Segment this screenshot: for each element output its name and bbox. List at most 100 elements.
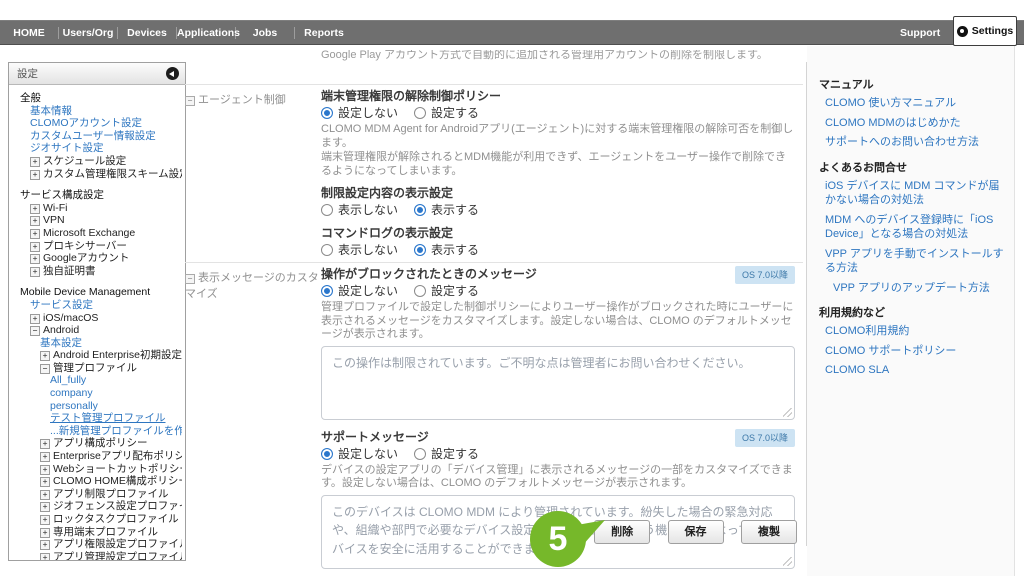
duplicate-button[interactable]: 複製 [741,520,797,544]
radio-label[interactable]: 表示する [431,202,479,218]
expand-icon[interactable]: + [30,242,40,252]
radio-label[interactable]: 設定する [431,105,479,121]
sidebar-item-label[interactable]: アプリ制限プロファイル [53,488,169,500]
help-link[interactable]: VPP アプリのアップデート方法 [819,281,1006,296]
expand-icon[interactable]: + [40,351,50,361]
sidebar-item-label[interactable]: 管理プロファイル [53,362,137,374]
sidebar-item[interactable]: company [16,387,182,400]
expand-icon[interactable]: + [30,204,40,214]
sidebar-item[interactable]: +スケジュール設定 [16,155,182,168]
sidebar-item-label[interactable]: 独自証明書 [43,265,96,277]
expand-icon[interactable]: + [30,157,40,167]
sidebar-item[interactable]: +CLOMO HOME構成ポリシー [16,475,182,488]
sidebar-item-label[interactable]: Enterpriseアプリ配布ポリシー [53,450,182,462]
sidebar-item[interactable]: CLOMOアカウント設定 [16,117,182,130]
sidebar-item[interactable]: −Android [16,324,182,337]
sidebar-item[interactable]: +独自証明書 [16,265,182,278]
nav-item-users-org[interactable]: Users/Org [59,27,118,39]
expand-icon[interactable]: + [40,490,50,500]
sidebar-item-label[interactable]: Webショートカットポリシー [53,463,182,475]
nav-item-home[interactable]: HOME [0,27,59,39]
sidebar-item-label[interactable]: カスタムユーザー情報設定 [30,130,156,142]
expand-icon[interactable]: + [30,216,40,226]
expand-icon[interactable]: + [40,502,50,512]
radio-label[interactable]: 設定しない [338,446,398,462]
sidebar-item-label[interactable]: テスト管理プロファイル [50,412,166,424]
sidebar-item[interactable]: personally [16,400,182,413]
nav-item-support[interactable]: Support [900,21,940,44]
sidebar-item[interactable]: 基本設定 [16,337,182,350]
expand-icon[interactable]: + [40,528,50,538]
help-link[interactable]: CLOMO利用規約 [819,324,1006,339]
sidebar-item[interactable]: +プロキシサーバー [16,240,182,253]
expand-icon[interactable]: + [40,540,50,550]
sidebar-item-label[interactable]: アプリ権限設定プロファイル [53,538,182,550]
sidebar-item-label[interactable]: personally [50,400,98,412]
sidebar-item-label[interactable]: CLOMO HOME構成ポリシー [53,475,182,487]
sidebar-item[interactable]: サービス設定 [16,299,182,312]
radio-label[interactable]: 設定しない [338,105,398,121]
radio-label[interactable]: 設定する [431,283,479,299]
collapse-icon[interactable]: − [185,274,195,284]
expand-icon[interactable]: + [30,254,40,264]
expand-icon[interactable]: + [30,267,40,277]
nav-item-applications[interactable]: Applications [177,27,236,39]
collapse-icon[interactable]: − [40,364,50,374]
help-link[interactable]: サポートへのお問い合わせ方法 [819,135,1006,150]
sidebar-item-label[interactable]: Googleアカウント [43,252,129,264]
sidebar-item[interactable]: 基本情報 [16,105,182,118]
save-button[interactable]: 保存 [668,520,724,544]
radio-label[interactable]: 表示する [431,242,479,258]
sidebar-item-label[interactable]: iOS/macOS [43,312,98,324]
sidebar-item[interactable]: +アプリ制限プロファイル [16,488,182,501]
sidebar-item[interactable]: カスタムユーザー情報設定 [16,130,182,143]
radio-selected-icon[interactable] [321,107,333,119]
sidebar-item-label[interactable]: company [50,387,93,399]
radio-label[interactable]: 表示しない [338,242,398,258]
sidebar-item[interactable]: +Android Enterprise初期設定... [16,349,182,362]
collapse-icon[interactable]: − [30,326,40,336]
radio-label[interactable]: 設定する [431,446,479,462]
sidebar-item[interactable]: +Enterpriseアプリ配布ポリシー [16,450,182,463]
sidebar-item-label[interactable]: カスタム管理権限スキーム設定 [43,168,182,180]
expand-icon[interactable]: + [30,170,40,180]
expand-icon[interactable]: + [40,439,50,449]
sidebar-item-label[interactable]: アプリ構成ポリシー [53,437,148,449]
help-link[interactable]: CLOMO サポートポリシー [819,344,1006,359]
sidebar-item[interactable]: ジオサイト設定 [16,142,182,155]
sidebar-item-label[interactable]: Microsoft Exchange [43,227,135,239]
sidebar-item-label[interactable]: Wi-Fi [43,202,68,214]
expand-icon[interactable]: + [40,553,50,561]
radio-unselected-icon[interactable] [414,448,426,460]
sidebar-item[interactable]: −管理プロファイル [16,362,182,375]
sidebar-item-label[interactable]: ...新規管理プロファイルを作成 [50,425,182,437]
radio-label[interactable]: 表示しない [338,202,398,218]
sidebar-item[interactable]: +Webショートカットポリシー [16,463,182,476]
sidebar-item-label[interactable]: ジオサイト設定 [30,142,104,154]
radio-unselected-icon[interactable] [321,244,333,256]
sidebar-item-label[interactable]: 基本情報 [30,105,72,117]
help-link[interactable]: iOS デバイスに MDM コマンドが届かない場合の対処法 [819,179,1006,208]
radio-unselected-icon[interactable] [414,285,426,297]
sidebar-item-label[interactable]: 専用端末プロファイル [53,526,158,538]
sidebar-item-label[interactable]: 基本設定 [40,337,82,349]
sidebar-item-label[interactable]: All_fully [50,374,86,386]
help-link[interactable]: CLOMO 使い方マニュアル [819,96,1006,111]
nav-item-jobs[interactable]: Jobs [236,27,295,39]
help-link[interactable]: VPP アプリを手動でインストールする方法 [819,247,1006,276]
sidebar-item[interactable]: テスト管理プロファイル [16,412,182,425]
sidebar-item[interactable]: +iOS/macOS [16,312,182,325]
sidebar-item-label[interactable]: ロックタスクプロファイル [53,513,179,525]
sidebar-item[interactable]: +Googleアカウント [16,252,182,265]
sidebar-item[interactable]: +カスタム管理権限スキーム設定 [16,168,182,181]
sidebar-item-label[interactable]: スケジュール設定 [43,155,126,167]
sidebar-item-label[interactable]: サービス設定 [30,299,93,311]
nav-item-devices[interactable]: Devices [118,27,177,39]
radio-selected-icon[interactable] [321,285,333,297]
sidebar-item[interactable]: ...新規管理プロファイルを作成 [16,425,182,438]
expand-icon[interactable]: + [30,314,40,324]
radio-label[interactable]: 設定しない [338,283,398,299]
sidebar-item-label[interactable]: CLOMOアカウント設定 [30,117,142,129]
help-link[interactable]: MDM へのデバイス登録時に「iOS Device」となる場合の対処法 [819,213,1006,242]
radio-unselected-icon[interactable] [414,107,426,119]
